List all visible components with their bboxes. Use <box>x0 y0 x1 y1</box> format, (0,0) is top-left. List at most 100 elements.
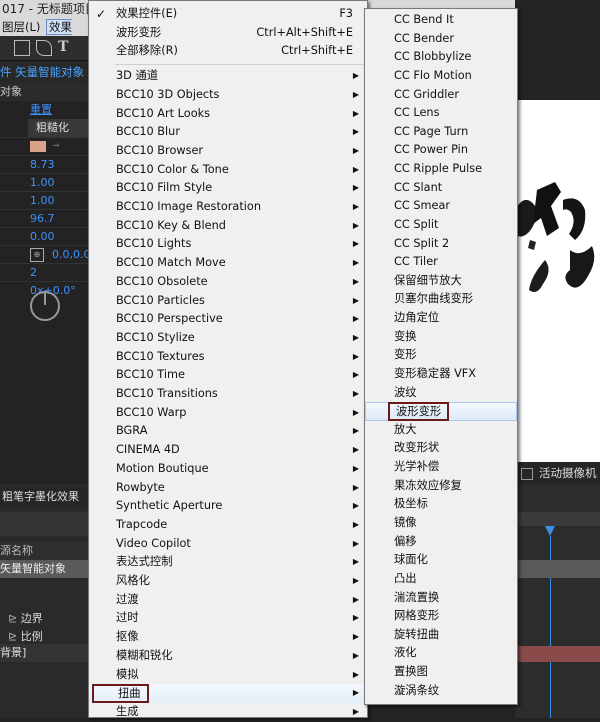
timeline-tab[interactable]: 粗笔字墨化效果 <box>0 488 90 506</box>
effects-menu-item[interactable]: 3D 通道 ▶ <box>89 67 367 86</box>
effects-menu-item[interactable]: BCC10 Textures ▶ <box>89 348 367 367</box>
distort-item[interactable]: CC Split 2 <box>365 235 517 254</box>
distort-item[interactable]: 凸出 <box>365 570 517 589</box>
effects-menu-item[interactable]: Synthetic Aperture ▶ <box>89 497 367 516</box>
effects-menu-item[interactable]: BCC10 Stylize ▶ <box>89 329 367 348</box>
distort-item[interactable]: CC Slant <box>365 179 517 198</box>
distort-item[interactable]: 球面化 <box>365 551 517 570</box>
distort-item[interactable]: 旋转扭曲 <box>365 626 517 645</box>
background-layer-bar[interactable] <box>515 646 600 662</box>
effects-menu-item[interactable]: 风格化 ▶ <box>89 572 367 591</box>
distort-item[interactable]: CC Split <box>365 216 517 235</box>
effects-menu-item[interactable]: Trapcode ▶ <box>89 516 367 535</box>
menu-layer[interactable]: 图层(L) <box>2 20 40 34</box>
value-5[interactable]: 0.0,0.0 <box>52 246 90 264</box>
effects-menu-top-item[interactable]: 波形变形 Ctrl+Alt+Shift+E <box>89 24 367 43</box>
rectangle-tool-icon[interactable] <box>14 40 30 56</box>
distort-item[interactable]: 波纹 <box>365 384 517 403</box>
distort-item[interactable]: 极坐标 <box>365 495 517 514</box>
distort-item[interactable]: CC Page Turn <box>365 123 517 142</box>
effects-menu-top-item[interactable]: ✓ 效果控件(E) F3 <box>89 5 367 24</box>
playhead-icon[interactable] <box>545 526 555 536</box>
roughen-dropdown[interactable]: 粗糙化 <box>28 119 90 137</box>
pen-tool-icon[interactable] <box>36 40 52 56</box>
time-ruler[interactable] <box>515 512 600 526</box>
effects-menu-item[interactable]: BCC10 Film Style ▶ <box>89 179 367 198</box>
effects-menu-item[interactable]: BCC10 Perspective ▶ <box>89 310 367 329</box>
distort-item[interactable]: 偏移 <box>365 533 517 552</box>
distort-item[interactable]: 改变形状 <box>365 439 517 458</box>
background-layer-row[interactable]: 背景] <box>0 644 90 662</box>
effects-menu-item[interactable]: 过时 ▶ <box>89 609 367 628</box>
effects-menu-item[interactable]: BCC10 Obsolete ▶ <box>89 273 367 292</box>
text-tool-icon[interactable]: T <box>58 40 72 54</box>
effects-menu-item[interactable]: BCC10 Browser ▶ <box>89 142 367 161</box>
distort-item[interactable]: CC Smear <box>365 197 517 216</box>
effects-menu-item[interactable]: BCC10 Time ▶ <box>89 366 367 385</box>
prop-row[interactable]: ⊵ 边界 <box>0 610 90 628</box>
effects-menu-item[interactable]: BGRA ▶ <box>89 422 367 441</box>
effects-menu-item[interactable]: BCC10 Particles ▶ <box>89 292 367 311</box>
distort-item[interactable]: CC Bend It <box>365 11 517 30</box>
distort-item[interactable]: 变换 <box>365 328 517 347</box>
distort-item[interactable]: 置换图 <box>365 663 517 682</box>
effects-menu-item[interactable]: BCC10 Warp ▶ <box>89 404 367 423</box>
effects-menu-item[interactable]: 生成 ▶ <box>89 703 367 722</box>
effects-menu-item[interactable]: BCC10 Color & Tone ▶ <box>89 161 367 180</box>
distort-item[interactable]: 漩涡条纹 <box>365 682 517 701</box>
effects-menu-item[interactable]: 模糊和锐化 ▶ <box>89 647 367 666</box>
timeline-tracks[interactable] <box>515 484 600 718</box>
distort-item[interactable]: 贝塞尔曲线变形 <box>365 290 517 309</box>
submenu-arrow-icon: ▶ <box>352 276 359 286</box>
effects-menu-item[interactable]: 抠像 ▶ <box>89 628 367 647</box>
distort-item[interactable]: 液化 <box>365 644 517 663</box>
distort-item[interactable]: CC Flo Motion <box>365 67 517 86</box>
effects-menu-item[interactable]: CINEMA 4D ▶ <box>89 441 367 460</box>
layer-row[interactable]: 矢量智能对象 <box>0 560 90 578</box>
distort-item[interactable]: CC Ripple Pulse <box>365 160 517 179</box>
effects-menu-item[interactable]: BCC10 Transitions ▶ <box>89 385 367 404</box>
effects-menu-item[interactable]: Rowbyte ▶ <box>89 479 367 498</box>
distort-item[interactable]: 保留细节放大 <box>365 272 517 291</box>
distort-item[interactable]: 湍流置换 <box>365 589 517 608</box>
distort-item[interactable]: CC Griddler <box>365 86 517 105</box>
distort-item[interactable]: CC Bender <box>365 30 517 49</box>
distort-item[interactable]: 放大 <box>365 421 517 440</box>
distort-item[interactable]: 变形 <box>365 346 517 365</box>
distort-item[interactable]: CC Tiler <box>365 253 517 272</box>
effects-menu-item[interactable]: BCC10 Lights ▶ <box>89 235 367 254</box>
distort-item[interactable]: 变形稳定器 VFX <box>365 365 517 384</box>
color-swatch[interactable] <box>30 141 46 152</box>
distort-item[interactable]: 光学补偿 <box>365 458 517 477</box>
distort-item[interactable]: 网格变形 <box>365 607 517 626</box>
camera-dropdown[interactable]: 活动摄像机 <box>539 462 597 484</box>
effects-menu-item[interactable]: BCC10 Image Restoration ▶ <box>89 198 367 217</box>
distort-item-highlighted[interactable]: 波形变形 <box>365 402 517 422</box>
effects-menu-item[interactable]: 表达式控制 ▶ <box>89 553 367 572</box>
layer-bar[interactable] <box>515 560 600 578</box>
submenu-arrow-icon: ▶ <box>352 239 359 249</box>
distort-item[interactable]: 边角定位 <box>365 309 517 328</box>
menu-item-label: 模拟 <box>116 667 139 681</box>
effects-menu-top-item[interactable]: 全部移除(R) Ctrl+Shift+E <box>89 42 367 61</box>
effects-menu-item[interactable]: 模拟 ▶ <box>89 666 367 685</box>
angle-dial-icon[interactable] <box>30 291 60 321</box>
crosshair-icon[interactable]: ⊕ <box>30 248 44 262</box>
distort-item[interactable]: 果冻效应修复 <box>365 477 517 496</box>
effects-menu-item-highlighted[interactable]: 扭曲 ▶ <box>89 684 367 704</box>
effects-menu-item[interactable]: BCC10 3D Objects ▶ <box>89 86 367 105</box>
effects-menu-item[interactable]: BCC10 Match Move ▶ <box>89 254 367 273</box>
distort-item[interactable]: 镜像 <box>365 514 517 533</box>
eyedropper-icon[interactable]: ⇾ <box>52 142 68 151</box>
distort-item[interactable]: CC Blobbylize <box>365 48 517 67</box>
effects-menu-item[interactable]: Video Copilot ▶ <box>89 535 367 554</box>
effects-menu-item[interactable]: BCC10 Blur ▶ <box>89 123 367 142</box>
effects-menu-item[interactable]: BCC10 Key & Blend ▶ <box>89 217 367 236</box>
effects-menu-item[interactable]: BCC10 Art Looks ▶ <box>89 105 367 124</box>
grid-icon[interactable] <box>521 468 533 480</box>
effects-menu-item[interactable]: 过渡 ▶ <box>89 591 367 610</box>
timeline-search[interactable] <box>0 512 90 536</box>
distort-item[interactable]: CC Power Pin <box>365 141 517 160</box>
distort-item[interactable]: CC Lens <box>365 104 517 123</box>
effects-menu-item[interactable]: Motion Boutique ▶ <box>89 460 367 479</box>
